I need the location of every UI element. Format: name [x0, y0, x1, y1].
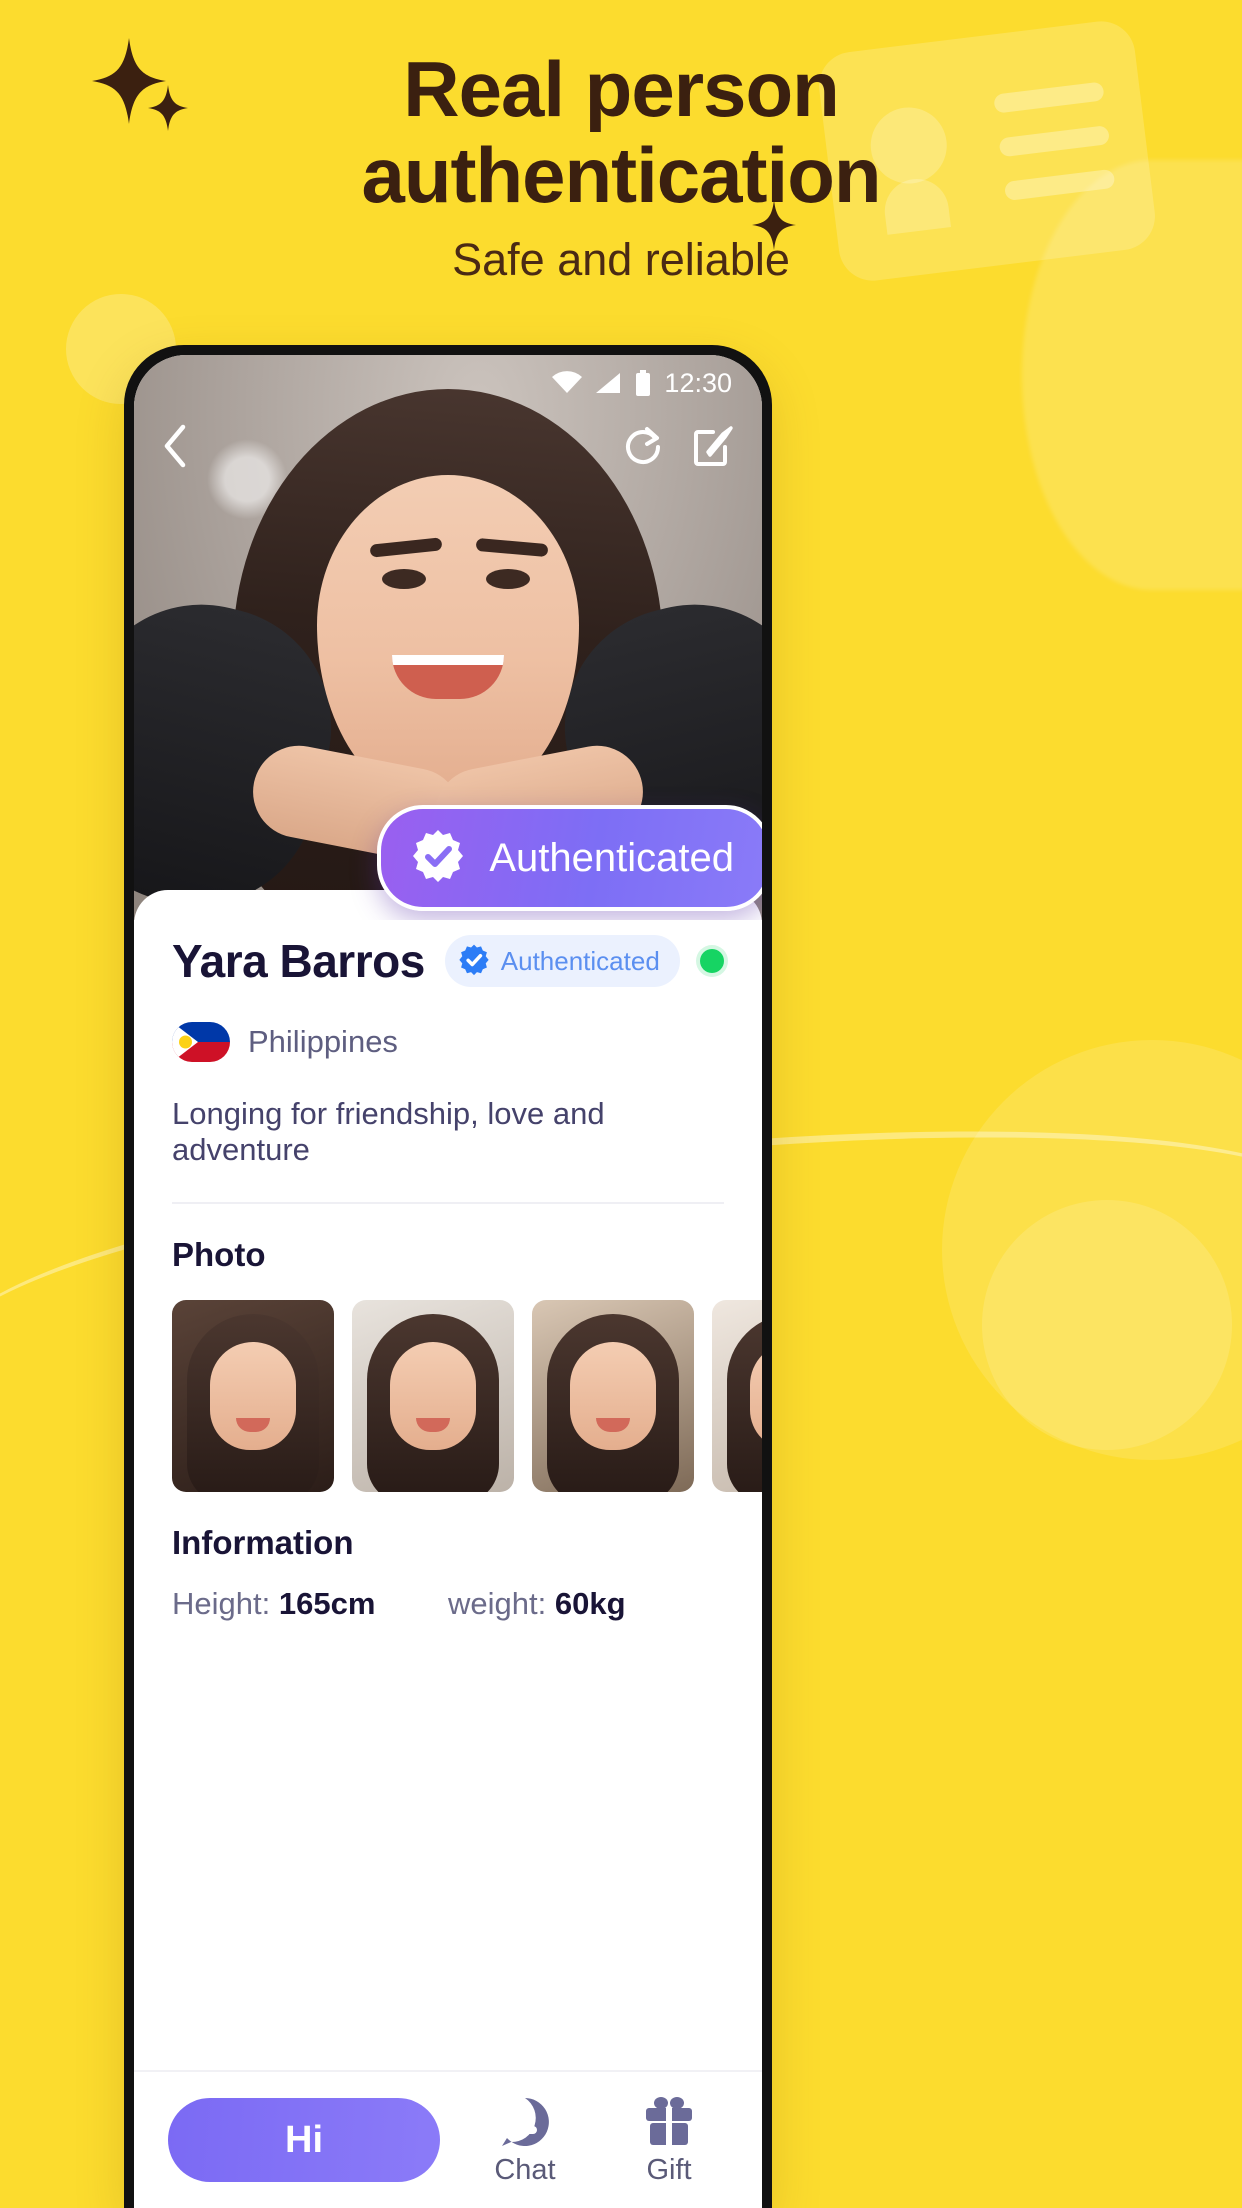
promo-subtitle: Safe and reliable [452, 234, 790, 285]
chat-label: Chat [494, 2153, 556, 2186]
height-value: 165cm [278, 1586, 376, 1621]
weight-value: 60kg [554, 1586, 626, 1621]
sparkle-icon [148, 85, 188, 131]
phone-mockup: 12:30 Authenticated Yara Barros Authenti… [124, 345, 772, 2208]
promo-title-line2: authentication [361, 131, 881, 219]
information-weight: weight: 60kg [448, 1586, 724, 1622]
authenticated-overlay-label: Authenticated [489, 835, 734, 880]
height-label: Height: [172, 1586, 271, 1621]
photo-gallery[interactable] [172, 1300, 762, 1492]
information-row: Height: 165cm weight: 60kg [172, 1586, 724, 1622]
status-bar-time: 12:30 [664, 367, 732, 398]
refresh-history-icon[interactable] [622, 425, 664, 467]
verified-badge-icon [457, 944, 491, 978]
information-height: Height: 165cm [172, 1586, 448, 1622]
chat-action[interactable]: Chat [466, 2094, 584, 2187]
phone-screen: 12:30 Authenticated Yara Barros Authenti… [134, 355, 762, 2208]
cellular-signal-icon [594, 371, 622, 395]
profile-card: Yara Barros Authenticated Philippines Lo… [134, 890, 762, 2208]
philippines-flag-icon [172, 1022, 230, 1062]
hero-eye [486, 569, 530, 589]
hero-eye [382, 569, 426, 589]
photo-section-title: Photo [172, 1236, 266, 1273]
back-chevron-icon[interactable] [162, 424, 188, 468]
weight-label: weight: [448, 1586, 547, 1621]
information-section-title: Information [172, 1524, 354, 1561]
edit-icon[interactable] [692, 425, 734, 467]
promo-header: Real person authentication Safe and reli… [0, 0, 1242, 286]
say-hi-button[interactable]: Hi [168, 2098, 440, 2182]
online-status-dot [699, 949, 724, 973]
chat-bubble-icon [466, 2094, 584, 2150]
decorative-circle [942, 1040, 1242, 1460]
profile-country-label: Philippines [248, 1024, 398, 1059]
authenticated-overlay-badge: Authenticated [377, 805, 762, 911]
gallery-photo[interactable] [352, 1300, 514, 1492]
wifi-icon [552, 371, 583, 395]
verified-chip[interactable]: Authenticated [444, 935, 680, 987]
verified-chip-label: Authenticated [500, 945, 660, 976]
gallery-photo[interactable] [532, 1300, 694, 1492]
battery-icon [634, 370, 652, 396]
gift-label: Gift [646, 2153, 692, 2186]
gift-action[interactable]: Gift [610, 2094, 728, 2187]
section-divider [172, 1202, 724, 1204]
profile-hero-photo[interactable]: 12:30 Authenticated [134, 355, 762, 920]
gallery-photo[interactable] [712, 1300, 762, 1492]
gallery-photo[interactable] [172, 1300, 334, 1492]
profile-name-row: Yara Barros Authenticated [172, 934, 724, 988]
decorative-circle [982, 1200, 1232, 1450]
sparkle-icon [752, 200, 796, 250]
status-bar: 12:30 [134, 355, 762, 411]
profile-name: Yara Barros [172, 935, 425, 987]
gift-box-icon [610, 2094, 728, 2150]
profile-bio: Longing for friendship, love and adventu… [172, 1096, 605, 1167]
bottom-action-bar: Hi Chat Gift [134, 2070, 762, 2208]
profile-country-row: Philippines [172, 1022, 724, 1062]
hero-nav-bar [134, 411, 762, 481]
verified-seal-icon [409, 829, 467, 887]
